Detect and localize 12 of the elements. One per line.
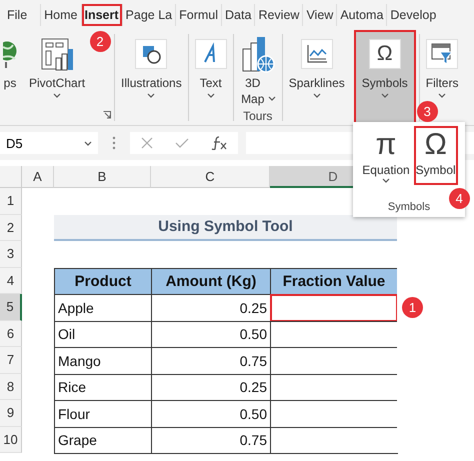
group-label: Symbols bbox=[388, 201, 430, 213]
table-header-cell: Fraction Value bbox=[270, 268, 398, 295]
omega-icon: Ω bbox=[368, 39, 401, 69]
step-badge: 4 bbox=[448, 188, 470, 209]
table-cell: Grape bbox=[54, 426, 152, 454]
table-header-cell: Amount (Kg) bbox=[151, 268, 271, 295]
group-label: Tours bbox=[242, 109, 274, 123]
table-header-cell: Product bbox=[54, 268, 152, 295]
glyph-icon: Ω bbox=[424, 128, 447, 162]
sheet-title: Using Symbol Tool bbox=[54, 214, 397, 241]
step-badge: 3 bbox=[416, 101, 438, 122]
glyph-icon: π bbox=[376, 128, 396, 162]
